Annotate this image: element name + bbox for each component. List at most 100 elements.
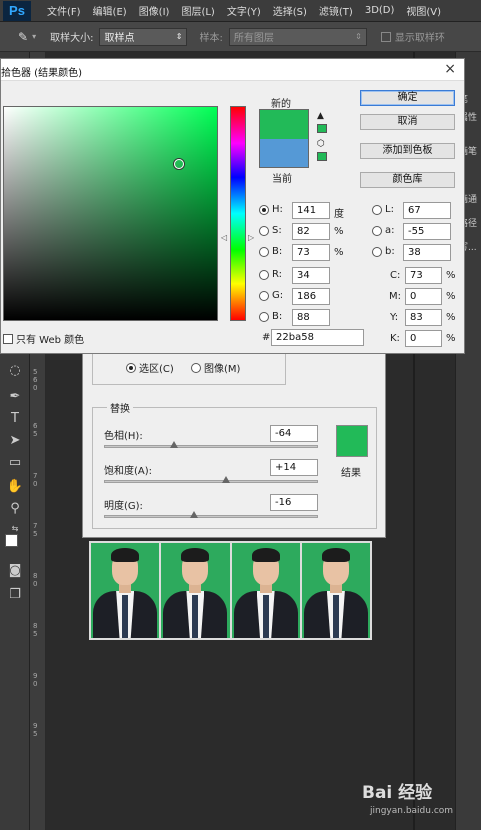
menu-view[interactable]: 视图(V): [400, 3, 447, 18]
a-radio-row[interactable]: a:: [372, 225, 395, 236]
zoom-icon[interactable]: ⚲: [6, 500, 24, 518]
gamut-correction-swatch[interactable]: [317, 124, 327, 133]
add-to-swatches-button[interactable]: 添加到色板: [360, 143, 455, 159]
close-icon[interactable]: ×: [444, 61, 456, 77]
hue-input[interactable]: -64: [270, 425, 318, 442]
type-icon[interactable]: T: [6, 410, 24, 428]
r-radio-row[interactable]: R:: [259, 269, 282, 280]
color-field-cursor[interactable]: [174, 159, 184, 169]
sample-size-select[interactable]: 取样点 ⇕: [99, 27, 188, 46]
show-ring-checkbox[interactable]: [380, 31, 391, 42]
hue-slider[interactable]: [230, 106, 246, 321]
hue-slider-left-arrow-icon[interactable]: ◁: [221, 233, 227, 242]
hue-field[interactable]: 141: [292, 202, 330, 219]
menu-3d[interactable]: 3D(D): [359, 5, 401, 16]
blue-label: B:: [272, 311, 283, 322]
lab-a-field[interactable]: -55: [403, 223, 451, 240]
result-color-swatch[interactable]: [336, 425, 368, 457]
tool-preset-chevron-icon[interactable]: ▾: [32, 32, 36, 41]
b-radio-row[interactable]: B:: [259, 246, 282, 257]
image-radio[interactable]: 图像(M): [191, 360, 240, 375]
black-field[interactable]: 0: [405, 330, 442, 347]
lasso-icon[interactable]: ◌: [6, 362, 24, 380]
percent-unit: %: [446, 333, 456, 344]
color-libraries-button[interactable]: 颜色库: [360, 172, 455, 188]
percent-unit: %: [446, 312, 456, 323]
web-only-checkbox[interactable]: [3, 333, 13, 344]
saturation-brightness-field[interactable]: [3, 106, 218, 321]
quick-mask-icon[interactable]: ◙: [6, 562, 24, 580]
hue-slider-track[interactable]: [104, 445, 318, 448]
web-safe-correction-swatch[interactable]: [317, 152, 327, 161]
blue-radio-row[interactable]: B:: [259, 311, 282, 322]
lab-b-label: b:: [385, 246, 395, 257]
pen-icon[interactable]: ✒: [6, 388, 24, 406]
l-radio-row[interactable]: L:: [372, 204, 394, 215]
sample-value: 所有图层: [233, 33, 274, 44]
lab-b-radio-row[interactable]: b:: [372, 246, 395, 257]
brightness-label: B:: [272, 246, 283, 257]
selection-radio[interactable]: 选区(C): [126, 360, 174, 375]
lightness-slider-track[interactable]: [104, 515, 318, 518]
ruler-number: 6: [33, 376, 38, 384]
sample-select[interactable]: 所有图层 ⇕: [228, 27, 367, 46]
watermark-url: jingyan.baidu.com: [370, 806, 454, 816]
lightness-input[interactable]: -16: [270, 494, 318, 511]
menu-file[interactable]: 文件(F): [41, 3, 87, 18]
photoshop-logo: Ps: [3, 0, 31, 21]
ruler-number: 5: [33, 730, 38, 738]
menu-select[interactable]: 选择(S): [267, 3, 313, 18]
s-radio-row[interactable]: S:: [259, 225, 282, 236]
shape-icon[interactable]: ▭: [6, 454, 24, 472]
menu-filter[interactable]: 滤镜(T): [313, 3, 359, 18]
current-color-label: 当前: [272, 174, 292, 185]
cancel-button[interactable]: 取消: [360, 114, 455, 130]
g-radio-row[interactable]: G:: [259, 290, 283, 301]
web-only-option[interactable]: 只有 Web 颜色: [3, 331, 84, 346]
sample-size-label: 取样大小:: [50, 33, 94, 44]
m-label: M:: [389, 291, 401, 302]
menu-image[interactable]: 图像(I): [133, 3, 176, 18]
foreground-color-swatch[interactable]: [5, 534, 18, 547]
magenta-field[interactable]: 0: [405, 288, 442, 305]
radio-dot: [259, 204, 269, 215]
ok-button[interactable]: 确定: [360, 90, 455, 106]
radio-dot: [259, 290, 269, 301]
radio-dot: [372, 204, 382, 215]
dialog-titlebar[interactable]: 拾色器 (结果颜色) ×: [1, 59, 464, 81]
new-color-label: 新的: [271, 99, 291, 110]
brightness-field[interactable]: 73: [292, 244, 330, 261]
ruler-number: 9: [33, 722, 38, 730]
path-select-icon[interactable]: ➤: [6, 432, 24, 450]
cyan-field[interactable]: 73: [405, 267, 442, 284]
saturation-slider-track[interactable]: [104, 480, 318, 483]
menu-edit[interactable]: 编辑(E): [87, 3, 133, 18]
lab-l-field[interactable]: 67: [403, 202, 451, 219]
yellow-field[interactable]: 83: [405, 309, 442, 326]
baidu-jingyan-watermark: Bai 经验: [362, 783, 433, 803]
screen-mode-icon[interactable]: ❐: [6, 586, 24, 604]
not-web-safe-cube-icon[interactable]: ⬡: [317, 139, 327, 149]
current-color-swatch[interactable]: [259, 139, 309, 168]
lightness-slider-thumb[interactable]: [190, 511, 198, 518]
out-of-gamut-warning-icon[interactable]: ▲: [317, 111, 327, 121]
hue-slider-right-arrow-icon[interactable]: ▷: [248, 233, 254, 242]
radio-dot: [259, 269, 269, 280]
saturation-field[interactable]: 82: [292, 223, 330, 240]
red-field[interactable]: 34: [292, 267, 330, 284]
blue-field[interactable]: 88: [292, 309, 330, 326]
h-radio-row[interactable]: H:: [259, 204, 283, 215]
hand-icon[interactable]: ✋: [6, 478, 24, 496]
ruler-number: 0: [33, 680, 38, 688]
saturation-input[interactable]: +14: [270, 459, 318, 476]
menu-layer[interactable]: 图层(L): [175, 3, 220, 18]
new-color-swatch: [259, 109, 309, 139]
menu-type[interactable]: 文字(Y): [221, 3, 267, 18]
eyedropper-icon[interactable]: ✎: [18, 30, 28, 44]
hex-field[interactable]: 22ba58: [271, 329, 364, 346]
green-field[interactable]: 186: [292, 288, 330, 305]
r-label: R:: [272, 269, 283, 280]
hue-slider-thumb[interactable]: [170, 441, 178, 448]
lab-b-field[interactable]: 38: [403, 244, 451, 261]
saturation-slider-thumb[interactable]: [222, 476, 230, 483]
